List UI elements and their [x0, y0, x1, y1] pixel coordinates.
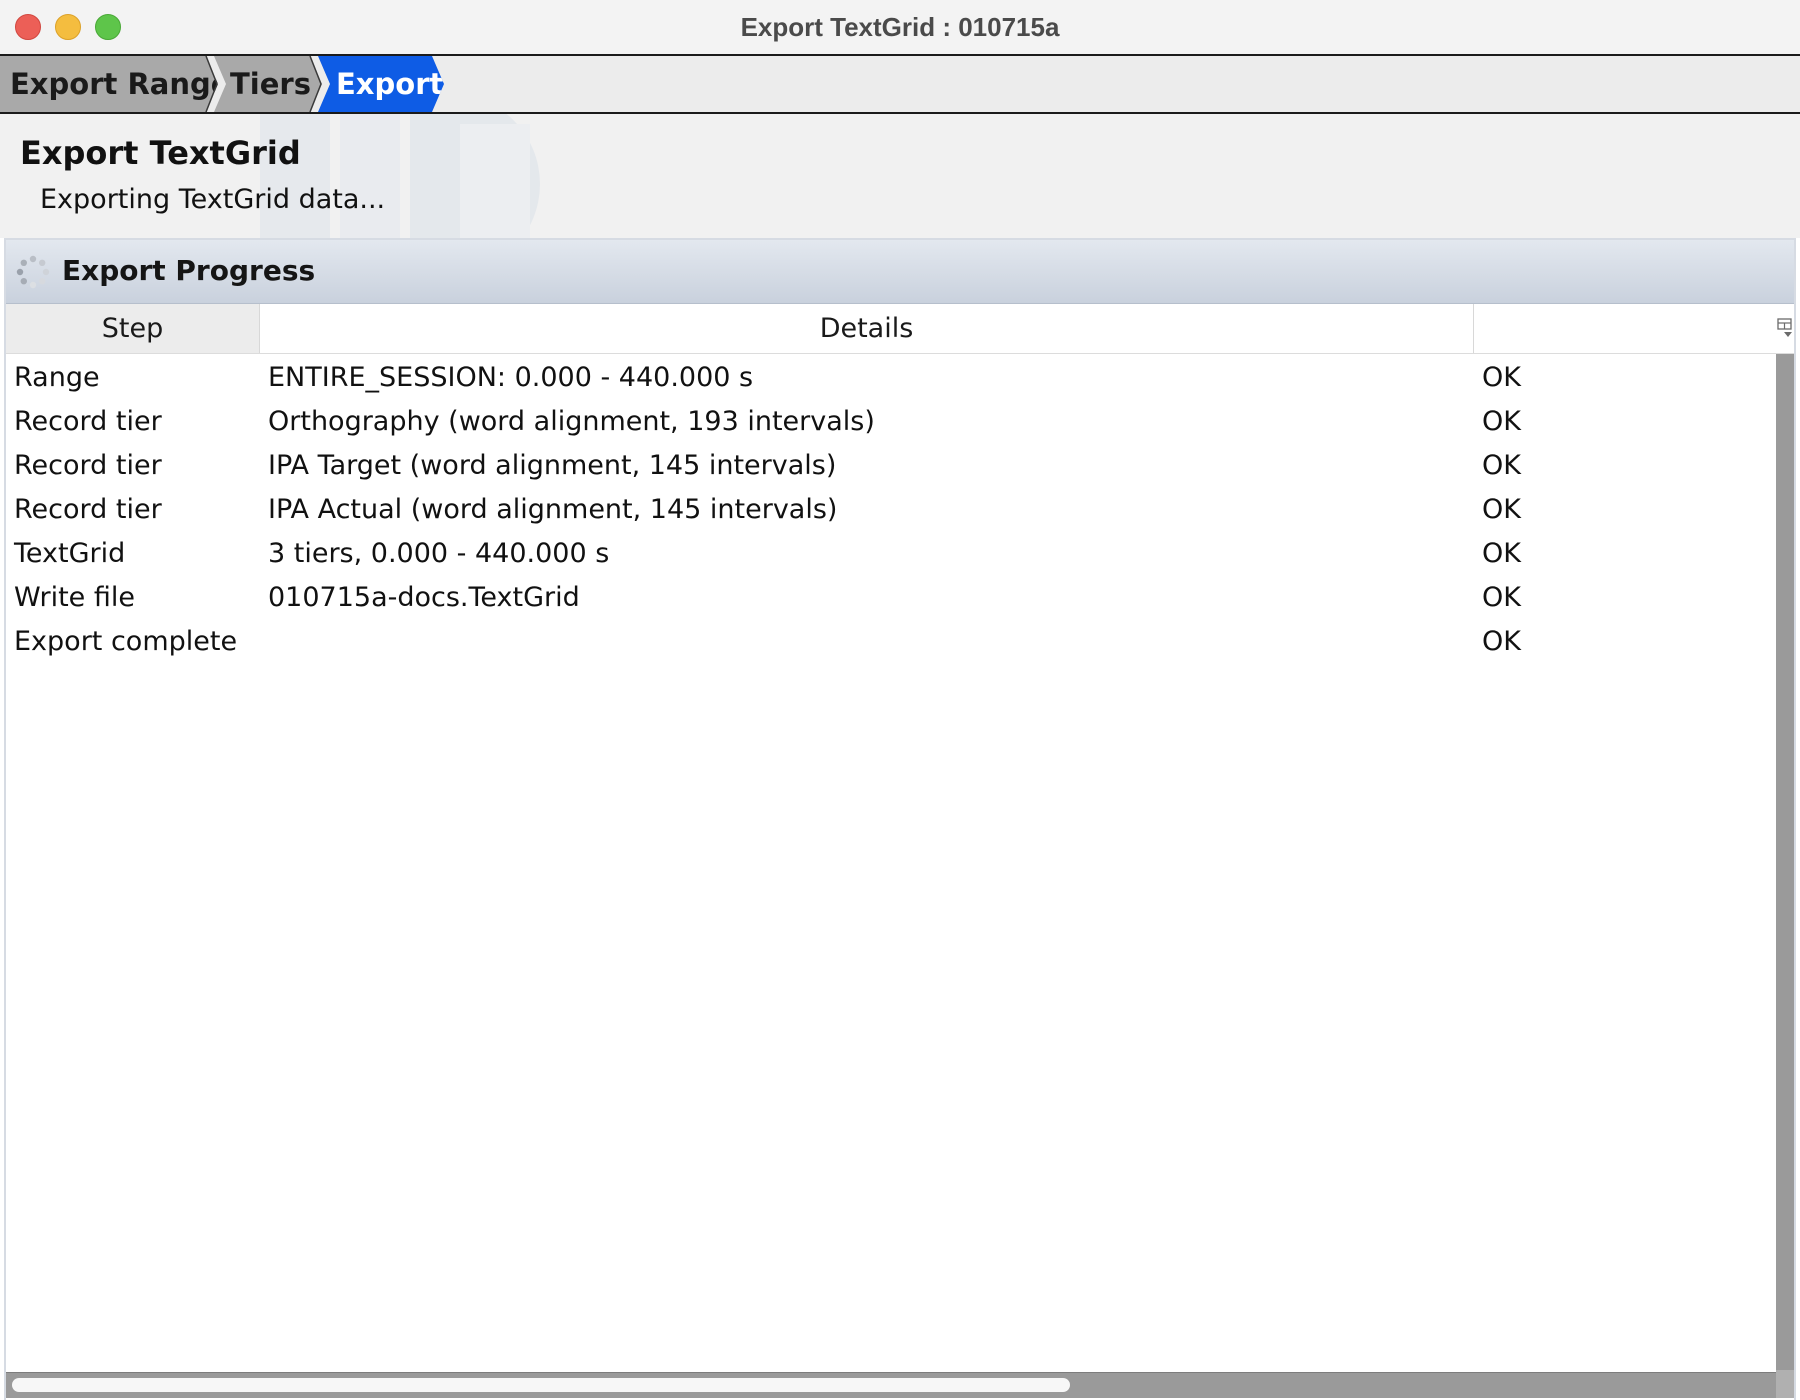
details-cell: ENTIRE_SESSION: 0.000 - 440.000 s — [268, 362, 754, 393]
step-header: Export TextGrid Exporting TextGrid data.… — [0, 114, 1800, 238]
breadcrumb-separator-icon — [309, 56, 322, 112]
window-title: Export TextGrid : 010715a — [740, 12, 1060, 42]
progress-table-body: Range ENTIRE_SESSION: 0.000 - 440.000 s … — [6, 356, 1776, 664]
step-cell: Record tier — [14, 494, 162, 525]
step-cell: Range — [14, 362, 100, 393]
step-subtitle: Exporting TextGrid data... — [40, 184, 386, 215]
column-header-details[interactable]: Details — [260, 304, 1474, 353]
table-row[interactable]: Range ENTIRE_SESSION: 0.000 - 440.000 s … — [6, 356, 1776, 400]
scrollbar-corner — [1776, 1370, 1794, 1398]
step-cell: Record tier — [14, 406, 162, 437]
table-row[interactable]: Record tier Orthography (word alignment,… — [6, 400, 1776, 444]
column-control-icon[interactable] — [1776, 316, 1794, 340]
details-cell: 010715a-docs.TextGrid — [268, 582, 580, 613]
table-row[interactable]: Record tier IPA Target (word alignment, … — [6, 444, 1776, 488]
table-row[interactable]: Export complete OK — [6, 620, 1776, 664]
breadcrumb-export[interactable]: Export — [318, 56, 444, 112]
step-cell: Record tier — [14, 450, 162, 481]
details-cell: IPA Actual (word alignment, 145 interval… — [268, 494, 838, 525]
status-cell: OK — [1482, 362, 1521, 393]
export-progress-panel: Export Progress Step Details Range ENTIR… — [4, 238, 1796, 1400]
vertical-scrollbar[interactable] — [1776, 354, 1794, 1370]
status-cell: OK — [1482, 494, 1521, 525]
step-title: Export TextGrid — [20, 134, 301, 172]
panel-header: Export Progress — [6, 240, 1794, 304]
table-row[interactable]: Write file 010715a-docs.TextGrid OK — [6, 576, 1776, 620]
spinner-icon — [16, 255, 50, 289]
status-cell: OK — [1482, 450, 1521, 481]
step-cell: TextGrid — [14, 538, 126, 569]
step-cell: Write file — [14, 582, 135, 613]
breadcrumb-tiers[interactable]: Tiers — [214, 56, 322, 112]
breadcrumb-separator-icon — [205, 56, 218, 112]
status-cell: OK — [1482, 582, 1521, 613]
wizard-breadcrumb: Export Range Tiers Export — [0, 56, 1800, 114]
column-header-status[interactable] — [1474, 304, 1776, 353]
table-header: Step Details — [6, 304, 1794, 354]
export-window: Export TextGrid : 010715a Export Range T… — [0, 0, 1800, 1400]
title-bar: Export TextGrid : 010715a — [0, 0, 1800, 56]
watermark-logo-icon — [260, 114, 540, 238]
horizontal-scrollbar[interactable] — [6, 1372, 1776, 1398]
details-cell: Orthography (word alignment, 193 interva… — [268, 406, 875, 437]
panel-title: Export Progress — [62, 254, 316, 287]
step-cell: Export complete — [14, 626, 238, 657]
breadcrumb-export-range[interactable]: Export Range — [0, 56, 218, 112]
table-row[interactable]: TextGrid 3 tiers, 0.000 - 440.000 s OK — [6, 532, 1776, 576]
table-row[interactable]: Record tier IPA Actual (word alignment, … — [6, 488, 1776, 532]
status-cell: OK — [1482, 626, 1521, 657]
details-cell: IPA Target (word alignment, 145 interval… — [268, 450, 837, 481]
status-cell: OK — [1482, 406, 1521, 437]
details-cell: 3 tiers, 0.000 - 440.000 s — [268, 538, 610, 569]
column-header-step[interactable]: Step — [6, 304, 260, 353]
horizontal-scrollbar-thumb[interactable] — [12, 1378, 1070, 1392]
status-cell: OK — [1482, 538, 1521, 569]
